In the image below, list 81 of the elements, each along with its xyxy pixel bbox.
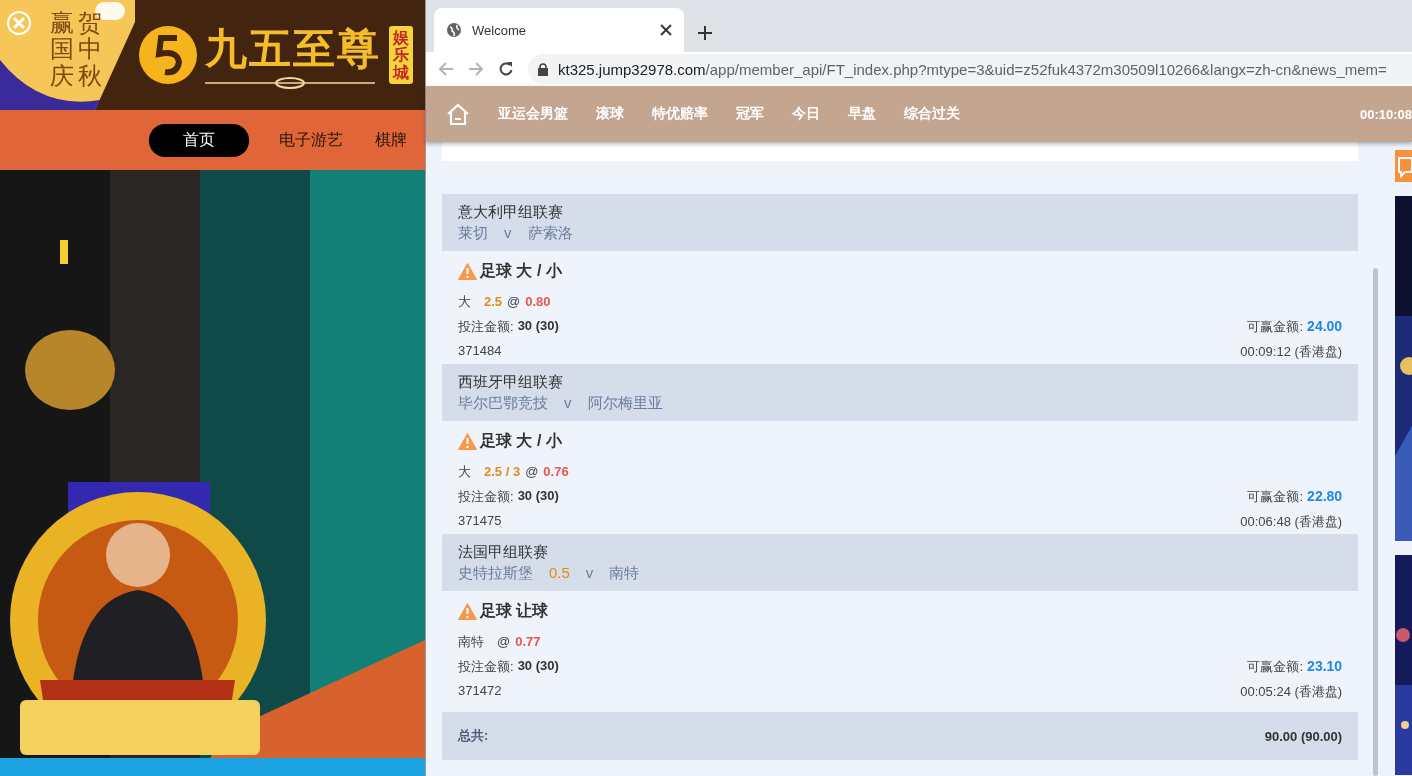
chat-icon[interactable] (1395, 150, 1412, 182)
win-amount: 22.80 (1307, 488, 1343, 506)
stake-label: 投注金额: (458, 658, 514, 676)
bet-time: 00:05:24 (香港盘) (1240, 683, 1343, 701)
nav-tab[interactable]: 首页 (149, 123, 249, 157)
forward-icon[interactable] (468, 61, 484, 77)
win-label: 可赢金额: (1247, 658, 1304, 676)
pick-label: 大 (458, 293, 471, 311)
win-label: 可赢金额: (1247, 318, 1304, 336)
nav-link[interactable]: 早盘 (848, 105, 876, 123)
versus-label: v (564, 393, 572, 413)
at-sign: @ (525, 464, 539, 479)
nav-link[interactable]: 今日 (792, 105, 820, 123)
logo-icon (137, 24, 199, 86)
total-label: 总共: (458, 727, 489, 745)
nav-link[interactable]: 综合过关 (904, 105, 960, 123)
stake-amount: 30 (30) (517, 488, 559, 505)
team-name: 阿尔梅里亚 (587, 393, 663, 413)
nav-link[interactable]: 特优赔率 (652, 105, 708, 123)
nav-tab[interactable]: 棋牌 (373, 123, 409, 157)
reload-icon[interactable] (498, 61, 514, 77)
clock-time: 00:10:08 (1359, 106, 1412, 122)
bet-time: 00:06:48 (香港盘) (1240, 513, 1343, 531)
league-name: 西班牙甲组联赛 (458, 372, 564, 392)
pick-label: 大 (458, 463, 471, 481)
ticket-number: 371472 (458, 683, 502, 700)
team-name: 南特 (609, 563, 640, 583)
ornament-icon (205, 77, 375, 89)
line-value: 2.5 (484, 294, 503, 309)
stake-amount: 30 (30) (517, 318, 559, 335)
versus-label: v (504, 223, 512, 243)
total-amount: 90.00 (90.00) (1264, 728, 1343, 744)
slogan-text: 赢国庆 (50, 10, 74, 90)
nav-tab[interactable]: 电子游艺 (277, 123, 345, 157)
team-name: 史特拉斯堡 (458, 563, 533, 583)
brand-name: 九五至尊 (205, 24, 381, 74)
odds-value: 0.80 (525, 294, 551, 309)
slogan-text: 贺中秋 (78, 10, 102, 90)
tab-title: Welcome (472, 22, 527, 38)
league-name: 意大利甲组联赛 (458, 202, 564, 222)
brand-tag: 娱乐城 (389, 25, 413, 85)
address-field[interactable]: kt325.jump32978.com/app/member_api/FT_index.php?mtype=3&uid=z52fuk4372m30509l10266&langx=zh-cn&news_mem= (528, 54, 1412, 84)
bet-time: 00:09:12 (香港盘) (1240, 343, 1343, 361)
nav-link[interactable]: 亚运会男篮 (498, 105, 568, 123)
stake-label: 投注金额: (458, 488, 514, 506)
browser-tab[interactable]: Welcome (434, 8, 684, 52)
team-name: 萨索洛 (527, 223, 573, 243)
team-name: 莱切 (458, 223, 488, 243)
stake-amount: 30 (30) (517, 658, 559, 675)
win-amount: 24.00 (1307, 318, 1343, 336)
team-name: 毕尔巴鄂竞技 (458, 393, 548, 413)
home-icon[interactable] (446, 103, 470, 125)
league-name: 法国甲组联赛 (458, 542, 549, 562)
back-icon[interactable] (438, 61, 454, 77)
url-text: kt325.jump32978.com/app/member_api/FT_index.php?mtype=3&uid=z52fuk4372m30509l10266&langx=zh-cn&news_mem= (558, 60, 1387, 78)
at-sign: @ (497, 634, 511, 649)
market-title: 足球 让球 (480, 601, 549, 621)
market-title: 足球 大 / 小 (480, 261, 562, 281)
versus-label: v (585, 563, 594, 583)
globe-icon (446, 22, 462, 38)
handicap-value: 0.5 (549, 563, 570, 583)
new-tab-icon[interactable] (698, 26, 712, 40)
stake-label: 投注金额: (458, 318, 514, 336)
ticket-number: 371475 (458, 513, 502, 530)
lock-icon (538, 62, 548, 76)
odds-value: 0.77 (515, 634, 541, 649)
ticket-number: 371484 (458, 343, 502, 360)
warning-icon (458, 433, 477, 450)
nav-link[interactable]: 滚球 (596, 105, 624, 123)
warning-icon (458, 603, 477, 620)
warning-icon (458, 263, 477, 280)
pick-label: 南特 (458, 633, 484, 651)
win-label: 可赢金额: (1247, 488, 1304, 506)
market-title: 足球 大 / 小 (480, 431, 562, 451)
odds-value: 0.76 (543, 464, 569, 479)
close-icon[interactable] (660, 24, 672, 36)
line-value: 2.5 / 3 (484, 464, 521, 479)
scrollbar[interactable] (1373, 268, 1379, 776)
win-amount: 23.10 (1307, 658, 1343, 676)
at-sign: @ (507, 294, 521, 309)
nav-link[interactable]: 冠军 (736, 105, 764, 123)
